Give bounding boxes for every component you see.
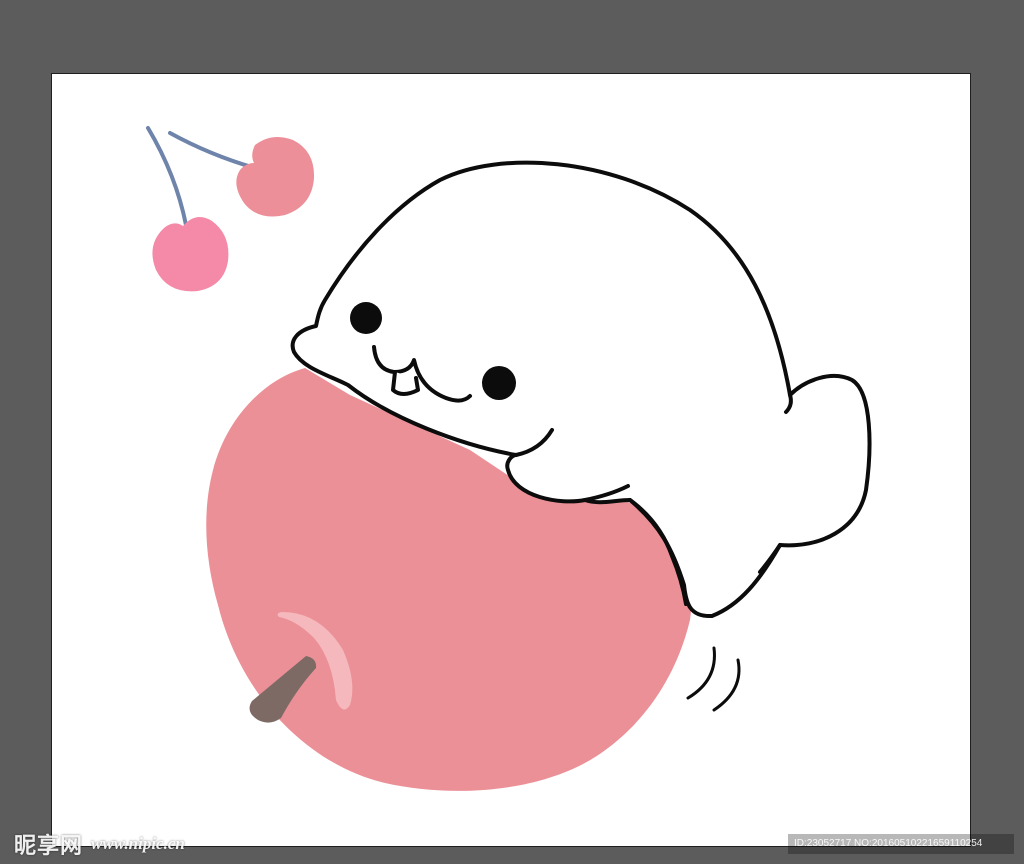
- motion-line-2: [712, 658, 741, 712]
- cherry-stem-left: [146, 126, 188, 227]
- illustrator-workspace: 昵享网 www.nipic.cn ID:23052717 NO:20160510…: [0, 0, 1024, 864]
- motion-line-1: [686, 646, 716, 700]
- watermark-logo: 昵享网: [14, 833, 84, 859]
- cherry-right: [236, 136, 315, 217]
- cherries-icon: [146, 126, 315, 292]
- watermark: 昵享网 www.nipic.cn: [14, 828, 185, 860]
- cherry-left: [152, 217, 229, 292]
- cherry-stem-right: [168, 131, 257, 170]
- seal-eye-left: [350, 302, 382, 334]
- motion-lines-icon: [686, 646, 741, 712]
- seal-eye-right: [482, 366, 516, 400]
- image-id-label: ID:23052717 NO:20160510221659110254: [788, 834, 1014, 854]
- illustration: [146, 126, 872, 791]
- watermark-site: www.nipic.cn: [91, 834, 185, 853]
